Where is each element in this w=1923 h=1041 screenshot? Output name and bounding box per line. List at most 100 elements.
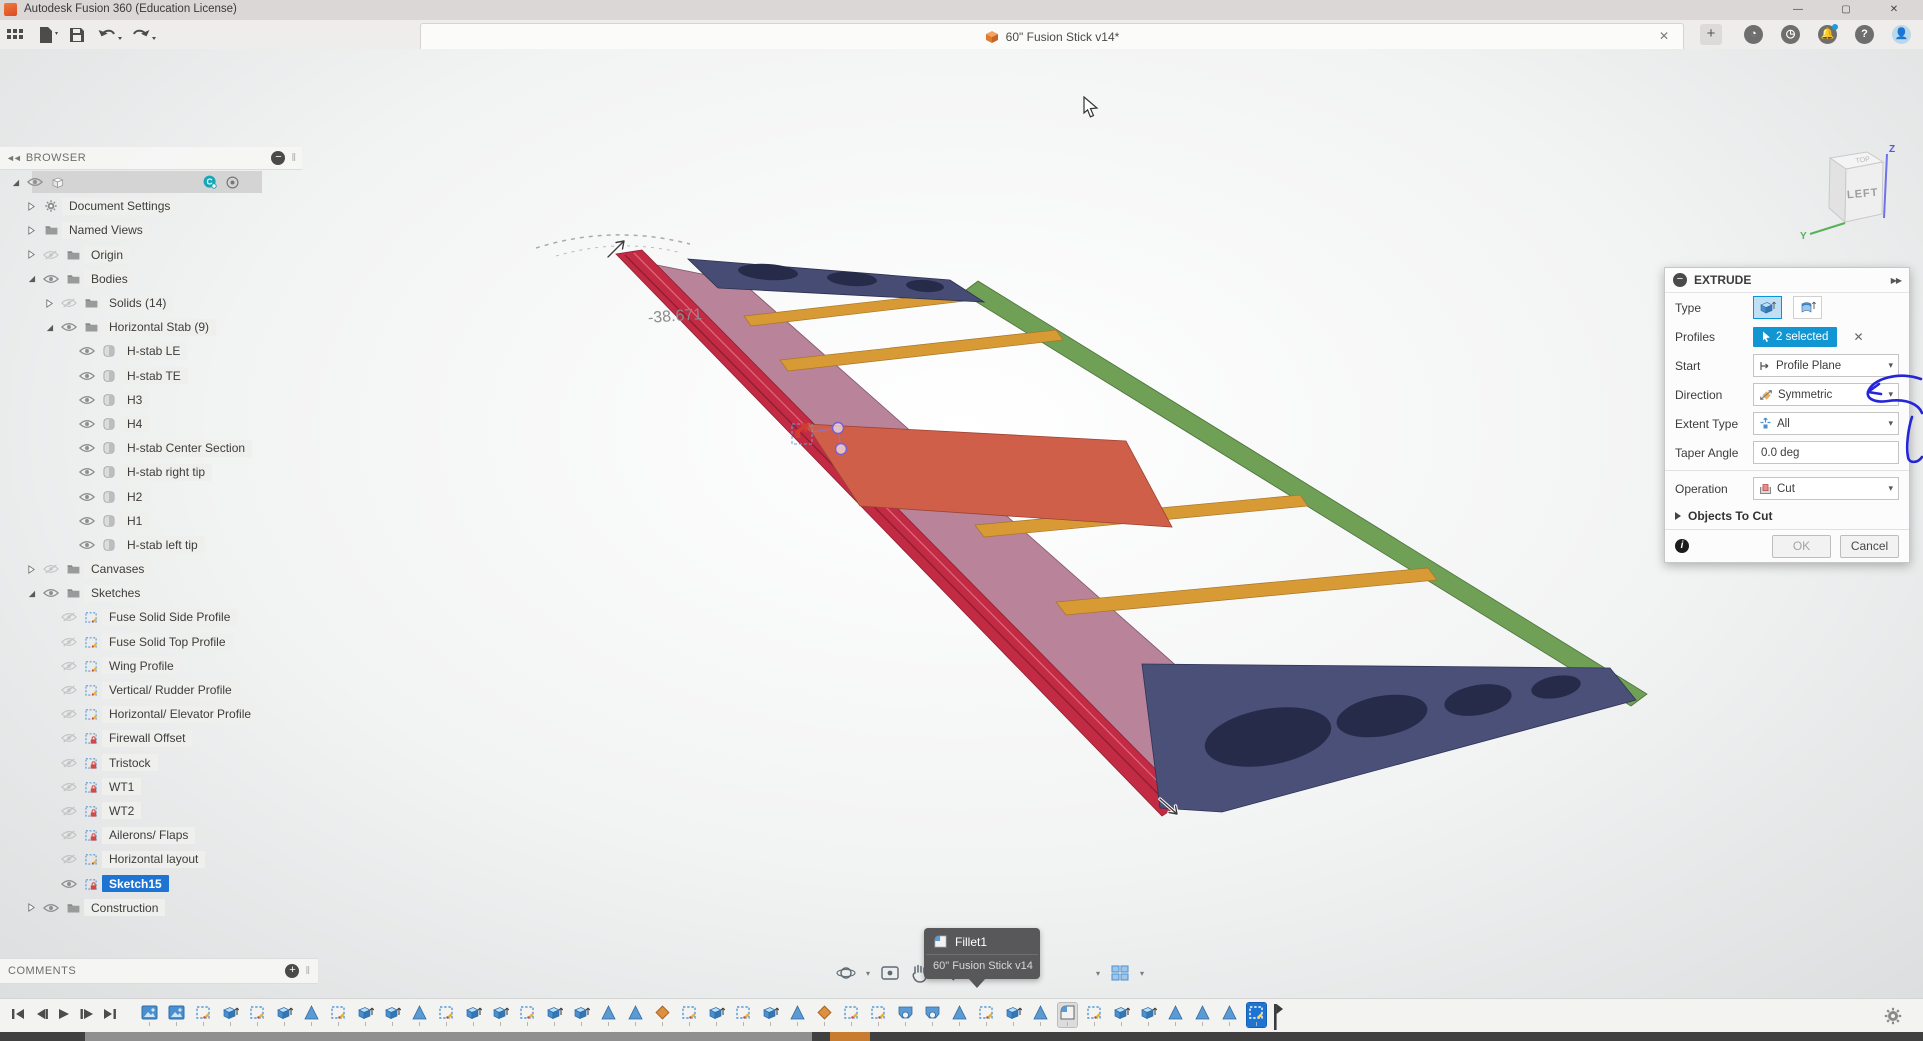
visibility-eye-icon[interactable] [40, 564, 62, 574]
timeline-feature-mirror-icon[interactable] [1031, 1003, 1050, 1027]
extensions-icon[interactable]: ◔ [1744, 25, 1763, 44]
timeline-feature-mirror-icon[interactable] [950, 1003, 969, 1027]
help-icon[interactable]: ? [1855, 25, 1874, 44]
type-solid-extrude-button[interactable] [1753, 296, 1782, 319]
browser-item-h-stab-right-tip[interactable]: H-stab right tip [0, 460, 302, 484]
timeline-feature-plane-icon[interactable] [653, 1003, 672, 1027]
profiles-selected-chip[interactable]: 2 selected [1753, 327, 1837, 347]
app-launcher-grid-icon[interactable] [6, 26, 26, 44]
visibility-eye-icon[interactable] [76, 443, 98, 453]
timeline-scrollbar[interactable] [0, 1032, 1923, 1041]
timeline-feature-sketch-icon[interactable] [518, 1003, 537, 1027]
timeline-feature-sketch-icon[interactable] [842, 1003, 861, 1027]
timeline-feature-extrude-icon[interactable] [572, 1003, 591, 1027]
save-icon[interactable] [68, 26, 88, 44]
timeline-feature-extrude-icon[interactable] [761, 1003, 780, 1027]
cancel-button[interactable]: Cancel [1840, 535, 1899, 558]
visibility-eye-icon[interactable] [76, 467, 98, 477]
timeline-feature-canvas-icon[interactable] [167, 1003, 186, 1027]
visibility-eye-icon[interactable] [40, 903, 62, 913]
expander-icon[interactable] [22, 274, 40, 283]
grid-dropdown-caret[interactable]: ▾ [1140, 969, 1144, 978]
browser-item-h2[interactable]: H2 [0, 484, 302, 508]
browser-item-sketches[interactable]: Sketches [0, 581, 302, 605]
timeline-feature-sketch-icon[interactable] [869, 1003, 888, 1027]
close-button[interactable]: ✕ [1871, 0, 1917, 19]
browser-item-tristock[interactable]: Tristock [0, 751, 302, 775]
timeline-feature-canvas-icon[interactable] [140, 1003, 159, 1027]
browser-item-solids-14[interactable]: Solids (14) [0, 291, 302, 315]
extent-dropdown[interactable]: All▾ [1753, 412, 1899, 435]
timeline-feature-extrude-icon[interactable] [1112, 1003, 1131, 1027]
user-avatar[interactable]: 👤 [1892, 25, 1911, 44]
grid-layout-icon[interactable] [1110, 964, 1130, 982]
timeline-position-marker[interactable] [1272, 1003, 1284, 1031]
visibility-eye-icon[interactable] [58, 322, 80, 332]
visibility-eye-icon[interactable] [58, 298, 80, 308]
dialog-dock-icon[interactable]: ▶▶ [1891, 276, 1901, 285]
timeline-feature-mirror-icon[interactable] [626, 1003, 645, 1027]
timeline-feature-extrude-icon[interactable] [1004, 1003, 1023, 1027]
browser-item-construction[interactable]: Construction [0, 896, 302, 920]
browser-item-vertical-rudder-profile[interactable]: Vertical/ Rudder Profile [0, 678, 302, 702]
visibility-eye-icon[interactable] [58, 854, 80, 864]
timeline-feature-sketch-icon[interactable] [1085, 1003, 1104, 1027]
browser-item-horizontal-layout[interactable]: Horizontal layout [0, 847, 302, 871]
visibility-eye-icon[interactable] [58, 637, 80, 647]
timeline-feature-fillet-icon[interactable] [1058, 1003, 1077, 1027]
new-tab-button[interactable]: + [1700, 24, 1722, 45]
undo-icon[interactable] [98, 26, 118, 44]
timeline-feature-sketch-icon[interactable] [1247, 1003, 1266, 1027]
expander-icon[interactable] [22, 903, 40, 912]
dialog-header[interactable]: − EXTRUDE ▶▶ [1665, 268, 1909, 293]
taper-angle-input[interactable]: 0.0 deg [1753, 441, 1899, 464]
timeline-feature-hole-icon[interactable] [896, 1003, 915, 1027]
visibility-eye-icon[interactable] [58, 806, 80, 816]
operation-dropdown[interactable]: Cut▾ [1753, 477, 1899, 500]
visibility-eye-icon[interactable] [76, 346, 98, 356]
visibility-eye-icon[interactable] [40, 274, 62, 284]
browser-item-horizontal-elevator-profile[interactable]: Horizontal/ Elevator Profile [0, 702, 302, 726]
browser-item-ailerons-flaps[interactable]: Ailerons/ Flaps [0, 823, 302, 847]
browser-item-wing-profile[interactable]: Wing Profile [0, 654, 302, 678]
browser-item-h-stab-te[interactable]: H-stab TE [0, 364, 302, 388]
browser-item-named-views[interactable]: Named Views [0, 218, 302, 242]
timeline-feature-mirror-icon[interactable] [599, 1003, 618, 1027]
orbit-dropdown-caret[interactable]: ▾ [866, 969, 870, 978]
visibility-eye-icon[interactable] [58, 830, 80, 840]
type-thin-extrude-button[interactable] [1793, 296, 1822, 319]
expander-icon[interactable] [40, 299, 58, 308]
timeline-feature-mirror-icon[interactable] [1220, 1003, 1239, 1027]
direction-dropdown[interactable]: Symmetric▾ [1753, 383, 1899, 406]
panel-grip[interactable]: ‖ [291, 152, 296, 164]
browser-item-fuse-solid-top-profile[interactable]: Fuse Solid Top Profile [0, 630, 302, 654]
expander-icon[interactable] [22, 226, 40, 235]
timeline-feature-extrude-icon[interactable] [221, 1003, 240, 1027]
timeline-feature-mirror-icon[interactable] [410, 1003, 429, 1027]
timeline-feature-extrude-icon[interactable] [545, 1003, 564, 1027]
visibility-eye-icon[interactable] [24, 177, 46, 187]
file-menu-icon[interactable] [38, 26, 58, 44]
look-at-icon[interactable] [880, 964, 900, 982]
expander-icon[interactable] [22, 565, 40, 574]
orbit-icon[interactable] [836, 963, 856, 983]
expander-icon[interactable] [40, 323, 58, 332]
timeline-feature-extrude-icon[interactable] [464, 1003, 483, 1027]
browser-item-h4[interactable]: H4 [0, 412, 302, 436]
timeline-feature-plane-icon[interactable] [815, 1003, 834, 1027]
notifications-bell-icon[interactable]: 🔔 [1818, 25, 1837, 44]
play-button[interactable] [56, 1006, 72, 1022]
timeline-feature-extrude-icon[interactable] [356, 1003, 375, 1027]
visibility-eye-icon[interactable] [76, 540, 98, 550]
step-back-button[interactable] [33, 1006, 49, 1022]
minimize-button[interactable]: — [1775, 0, 1821, 19]
start-dropdown[interactable]: Profile Plane▾ [1753, 354, 1899, 377]
timeline-feature-mirror-icon[interactable] [302, 1003, 321, 1027]
browser-item-sketch15[interactable]: Sketch15 [0, 871, 302, 895]
timeline-feature-sketch-icon[interactable] [329, 1003, 348, 1027]
timeline-feature-sketch-icon[interactable] [734, 1003, 753, 1027]
visibility-eye-icon[interactable] [58, 709, 80, 719]
browser-item-h-stab-left-tip[interactable]: H-stab left tip [0, 533, 302, 557]
timeline-feature-mirror-icon[interactable] [1166, 1003, 1185, 1027]
go-to-end-button[interactable] [102, 1006, 118, 1022]
